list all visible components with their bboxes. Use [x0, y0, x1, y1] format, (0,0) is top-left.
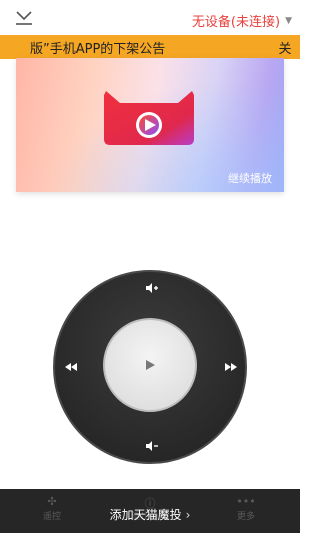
collapse-down-icon[interactable] — [14, 10, 34, 28]
chevron-right-icon: › — [185, 508, 191, 522]
caret-down-icon: ▼ — [285, 15, 292, 26]
announcement-text: 版”手机APP的下架公告 — [30, 41, 166, 57]
device-status-label: 无设备(未连接) — [191, 15, 281, 30]
rewind-icon[interactable] — [57, 353, 85, 381]
play-pause-button[interactable] — [103, 318, 197, 412]
bottom-bar: ✣ 遥控 ⓘ 退出投屏 ••• 更多 添加天猫魔投 › — [0, 489, 300, 533]
play-icon — [146, 360, 155, 370]
remote-screen: 无设备(未连接) ▼ 版”手机APP的下架公告 关 继续播放 ✣ 遥控 ⓘ 退出… — [0, 0, 300, 533]
tmall-cat-play-logo — [104, 91, 194, 145]
device-selector[interactable]: 无设备(未连接) ▼ — [192, 11, 292, 30]
add-device-button[interactable]: 添加天猫魔投 › — [0, 506, 300, 523]
media-card[interactable]: 继续播放 — [16, 58, 284, 192]
fast-forward-icon[interactable] — [217, 353, 245, 381]
announcement-banner[interactable]: 版”手机APP的下架公告 关 — [0, 35, 300, 59]
remote-dial — [53, 270, 247, 464]
add-device-label: 添加天猫魔投 — [109, 508, 182, 522]
top-bar: 无设备(未连接) ▼ — [0, 0, 300, 36]
volume-up-icon[interactable] — [138, 274, 166, 302]
volume-down-icon[interactable] — [138, 432, 166, 460]
resume-playback-label[interactable]: 继续播放 — [228, 170, 272, 186]
announcement-close-button[interactable]: 关 — [270, 38, 300, 57]
